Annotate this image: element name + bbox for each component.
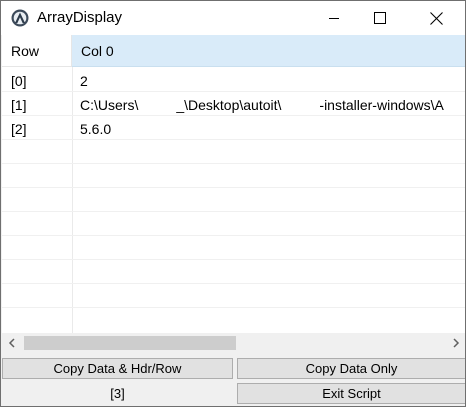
array-display-window: ArrayDisplay Row Col 0 [0] 2 [1] C:\User…: [0, 0, 466, 407]
column-divider: [72, 67, 73, 333]
row-divider: [2, 163, 465, 164]
column-header-row[interactable]: Row: [2, 35, 72, 67]
row-divider: [2, 283, 465, 284]
column-header-col0[interactable]: Col 0: [72, 35, 465, 67]
copy-data-only-button[interactable]: Copy Data Only: [237, 358, 465, 379]
cell-value-path[interactable]: C:\Users\ _\Desktop\autoit\ -installer-win…: [80, 93, 444, 117]
minimize-button[interactable]: [311, 1, 357, 35]
scroll-right-icon: [453, 338, 460, 348]
array-list-view[interactable]: Row Col 0 [0] 2 [1] C:\Users\ _\Desktop\a…: [2, 35, 465, 333]
row-divider: [2, 211, 465, 212]
row-divider: [2, 307, 465, 308]
scroll-right-button[interactable]: [446, 333, 465, 353]
scroll-thumb[interactable]: [24, 336, 236, 350]
path-part-1: C:\Users\: [80, 97, 139, 113]
window-title: ArrayDisplay: [37, 9, 123, 26]
scroll-left-icon: [8, 338, 15, 348]
cell-value[interactable]: 5.6.0: [80, 117, 111, 141]
row-index[interactable]: [1]: [11, 93, 27, 117]
row-divider: [2, 235, 465, 236]
app-icon: [11, 9, 29, 27]
row-divider: [2, 139, 465, 140]
copy-data-hdr-row-button[interactable]: Copy Data & Hdr/Row: [2, 358, 233, 379]
scroll-left-button[interactable]: [2, 333, 22, 353]
path-part-2: _\Desktop\autoit\: [176, 97, 282, 113]
row-index[interactable]: [2]: [11, 117, 27, 141]
cell-value[interactable]: 2: [80, 69, 88, 93]
close-button[interactable]: [413, 1, 459, 35]
row-index[interactable]: [0]: [11, 69, 27, 93]
horizontal-scrollbar[interactable]: [2, 333, 465, 353]
title-bar[interactable]: ArrayDisplay: [1, 1, 465, 35]
scroll-track[interactable]: [22, 333, 446, 353]
path-part-3: -installer-windows\A: [319, 97, 444, 113]
row-divider: [2, 259, 465, 260]
exit-script-button[interactable]: Exit Script: [237, 383, 465, 404]
row-divider: [2, 91, 465, 92]
maximize-button[interactable]: [357, 1, 403, 35]
maximize-icon: [374, 12, 386, 24]
minimize-icon: [329, 18, 339, 19]
row-divider: [2, 187, 465, 188]
row-count-label: [3]: [110, 386, 125, 401]
close-icon: [429, 11, 443, 25]
